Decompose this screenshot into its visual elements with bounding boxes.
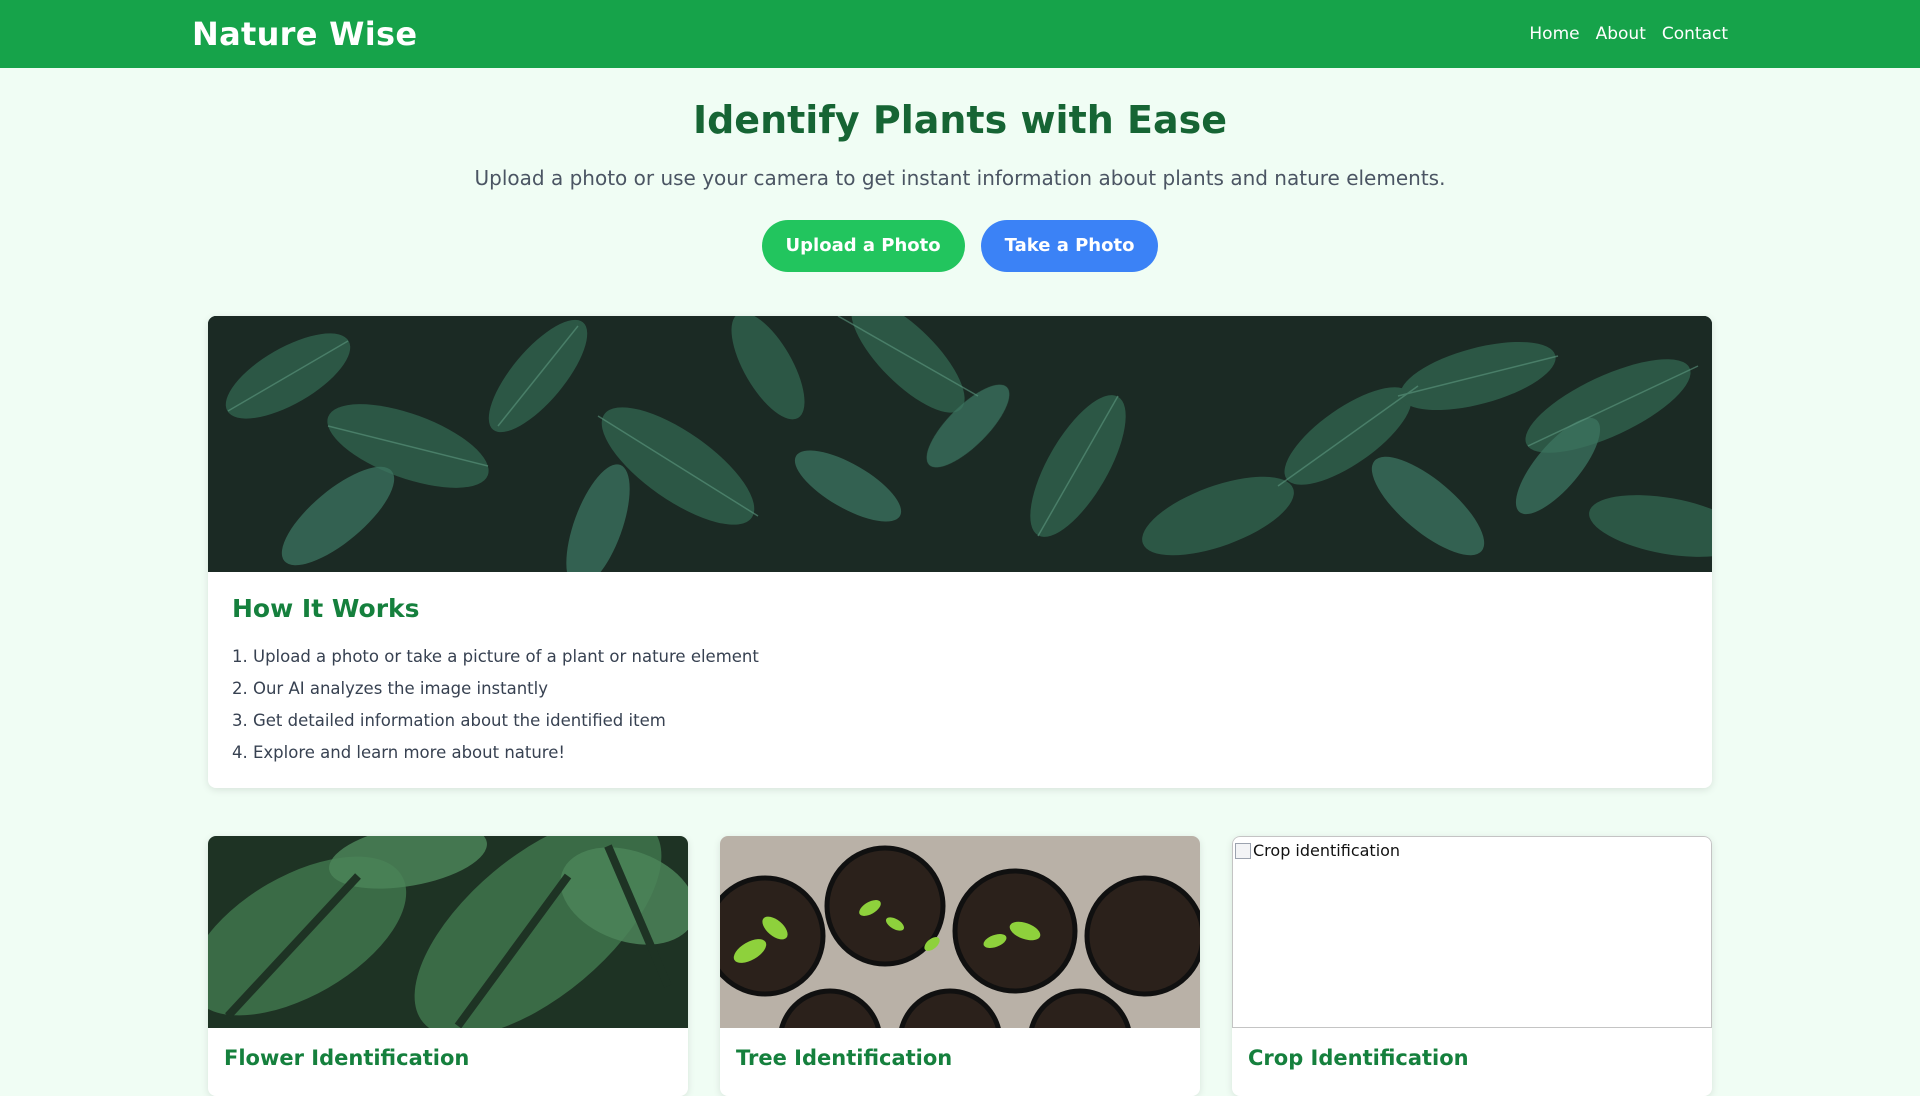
flower-card-image xyxy=(208,836,688,1028)
tree-identification-card[interactable]: Tree Identification xyxy=(720,836,1200,1096)
nav-link-about[interactable]: About xyxy=(1596,24,1646,44)
feature-cards: Flower Identification Tree Identificatio… xyxy=(208,836,1712,1096)
crop-card-image: Crop identification xyxy=(1232,836,1712,1028)
step-item: 3. Get detailed information about the id… xyxy=(232,711,666,730)
feature-title: Flower Identification xyxy=(224,1046,470,1070)
step-item: 2. Our AI analyzes the image instantly xyxy=(232,679,548,698)
leaves-banner-image xyxy=(208,316,1712,572)
step-item: 1. Upload a photo or take a picture of a… xyxy=(232,647,759,666)
steps-list: 1. Upload a photo or take a picture of a… xyxy=(232,641,1688,769)
leaves-illustration xyxy=(208,316,1712,572)
hero-section: Identify Plants with Ease Upload a photo… xyxy=(0,68,1920,272)
upload-photo-button[interactable]: Upload a Photo xyxy=(761,219,965,272)
how-it-works-title: How It Works xyxy=(232,594,420,623)
hero-subtitle: Upload a photo or use your camera to get… xyxy=(474,165,1446,190)
seedling-pots-illustration xyxy=(720,836,1200,1028)
feature-title: Crop Identification xyxy=(1248,1046,1469,1070)
nav-link-contact[interactable]: Contact xyxy=(1662,24,1728,44)
crop-identification-card[interactable]: Crop identification Crop Identification xyxy=(1232,836,1712,1096)
nav-link-home[interactable]: Home xyxy=(1529,24,1579,44)
nav-links: Home About Contact xyxy=(1529,24,1728,44)
hero-buttons: Upload a Photo Take a Photo xyxy=(0,219,1920,272)
image-alt-text: Crop identification xyxy=(1253,841,1401,860)
hero-title: Identify Plants with Ease xyxy=(692,98,1228,142)
flower-identification-card[interactable]: Flower Identification xyxy=(208,836,688,1096)
how-it-works-card: How It Works 1. Upload a photo or take a… xyxy=(208,316,1712,788)
monstera-leaves-illustration xyxy=(208,836,688,1028)
navbar: Nature Wise Home About Contact xyxy=(0,0,1920,68)
feature-title: Tree Identification xyxy=(736,1046,953,1070)
step-item: 4. Explore and learn more about nature! xyxy=(232,743,565,762)
broken-image-icon xyxy=(1235,842,1251,859)
how-it-works-body: How It Works 1. Upload a photo or take a… xyxy=(208,572,1712,788)
take-photo-button[interactable]: Take a Photo xyxy=(980,219,1159,272)
tree-card-image xyxy=(720,836,1200,1028)
broken-image-alt: Crop identification xyxy=(1235,841,1400,860)
brand-logo[interactable]: Nature Wise xyxy=(192,15,417,53)
